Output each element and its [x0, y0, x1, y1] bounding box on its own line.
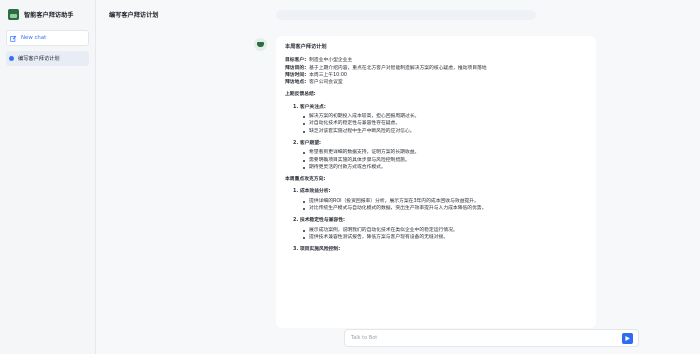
send-button[interactable] [622, 333, 633, 344]
bullet-list: 展示成功案例，说明我们的自动化技术在类似企业中的稳定运行情况。 提供技术兼容性测… [303, 227, 586, 242]
brand: 智能客户拜访助手 [6, 0, 89, 28]
bullet-list: 提供详细的ROI（投资回报率）分析，展示方案在3年内的成本回收与效益提升。 对比… [303, 198, 586, 213]
bot-avatar-icon [254, 38, 267, 51]
new-chat-label: New chat [21, 35, 47, 41]
app-logo-icon [8, 8, 19, 20]
new-chat-button[interactable]: New chat [6, 30, 89, 46]
list-item: 提供技术兼容性测试报告，降低方案与客户现有设备的无缝对接。 [303, 234, 586, 241]
list-item: 期待更灵活的付款方式或合作模式。 [303, 164, 586, 171]
list-item: 对比传统生产模式与自动化模式的数据，突出生产效率提升与人力成本降低的优势。 [303, 205, 586, 212]
subsection-heading: 1. 客户关注点: [293, 104, 326, 110]
message-input[interactable] [351, 332, 609, 344]
subsection-heading: 2. 技术稳定性与兼容性: [293, 218, 345, 224]
list-item: 希望看到更详细的数据支持，证明方案的长期收益。 [303, 149, 586, 156]
list-item: 对自动化技术的稳定性与兼容性存在疑虑。 [303, 120, 586, 127]
info-row: 拜访目的: 基于上期介绍内容，重点在北方客户对智能制造解决方案的核心疑虑，推动项… [285, 65, 487, 71]
list-item: 提供详细的ROI（投资回报率）分析，展示方案在3年内的成本回收与效益提升。 [303, 198, 586, 205]
message-title: 本周客户拜访计划 [285, 44, 327, 50]
sidebar-item-label: 编写客户拜访计划 [18, 56, 60, 62]
info-row: 目标客户: 制造业中小型企业主 [285, 58, 353, 64]
edit-icon [10, 35, 17, 42]
sidebar: 智能客户拜访助手 New chat 编写客户拜访计划 [0, 0, 96, 354]
chat-bubble-icon [9, 56, 14, 61]
sidebar-item-session[interactable]: 编写客户拜访计划 [6, 51, 89, 66]
subsection-heading: 2. 客户期望: [293, 140, 321, 146]
subsection-heading: 3. 项目实施风险控制: [293, 247, 341, 253]
list-item: 缺乏对该套实施过程中生产中断风险的应对信心。 [303, 128, 586, 135]
info-row: 拜访时间: 本周三上午10:00 [285, 72, 347, 78]
chat-composer [344, 329, 639, 347]
subsection-heading: 1. 成本效益分析: [293, 189, 331, 195]
section-heading: 本周重点攻克方向: [285, 177, 326, 183]
list-item: 展示成功案例，说明我们的自动化技术在类似企业中的稳定运行情况。 [303, 227, 586, 234]
info-row: 拜访地点: 客户公司会议室 [285, 80, 343, 86]
section-heading: 上期反馈总结: [285, 92, 316, 98]
list-item: 需要明确项目实施的具体步骤与风险控制措施。 [303, 157, 586, 164]
list-item: 解决方案的初期投入成本较高，担心回报周期过长。 [303, 113, 586, 120]
bullet-list: 希望看到更详细的数据支持，证明方案的长期收益。 需要明确项目实施的具体步骤与风险… [303, 149, 586, 171]
app-title: 智能客户拜访助手 [24, 11, 74, 19]
bullet-list: 解决方案的初期投入成本较高，担心回报周期过长。 对自动化技术的稳定性与兼容性存在… [303, 113, 586, 135]
page-title: 编写客户拜访计划 [109, 11, 159, 19]
main-panel: 编写客户拜访计划 本周客户拜访计划 目标客户: 制造业中小型企业主 拜访目的: … [96, 0, 700, 354]
bot-message: 本周客户拜访计划 目标客户: 制造业中小型企业主 拜访目的: 基于上期介绍内容，… [276, 36, 596, 328]
app-window: 智能客户拜访助手 New chat 编写客户拜访计划 编写客户拜访计划 本周客户… [0, 0, 700, 354]
send-icon [625, 336, 630, 341]
